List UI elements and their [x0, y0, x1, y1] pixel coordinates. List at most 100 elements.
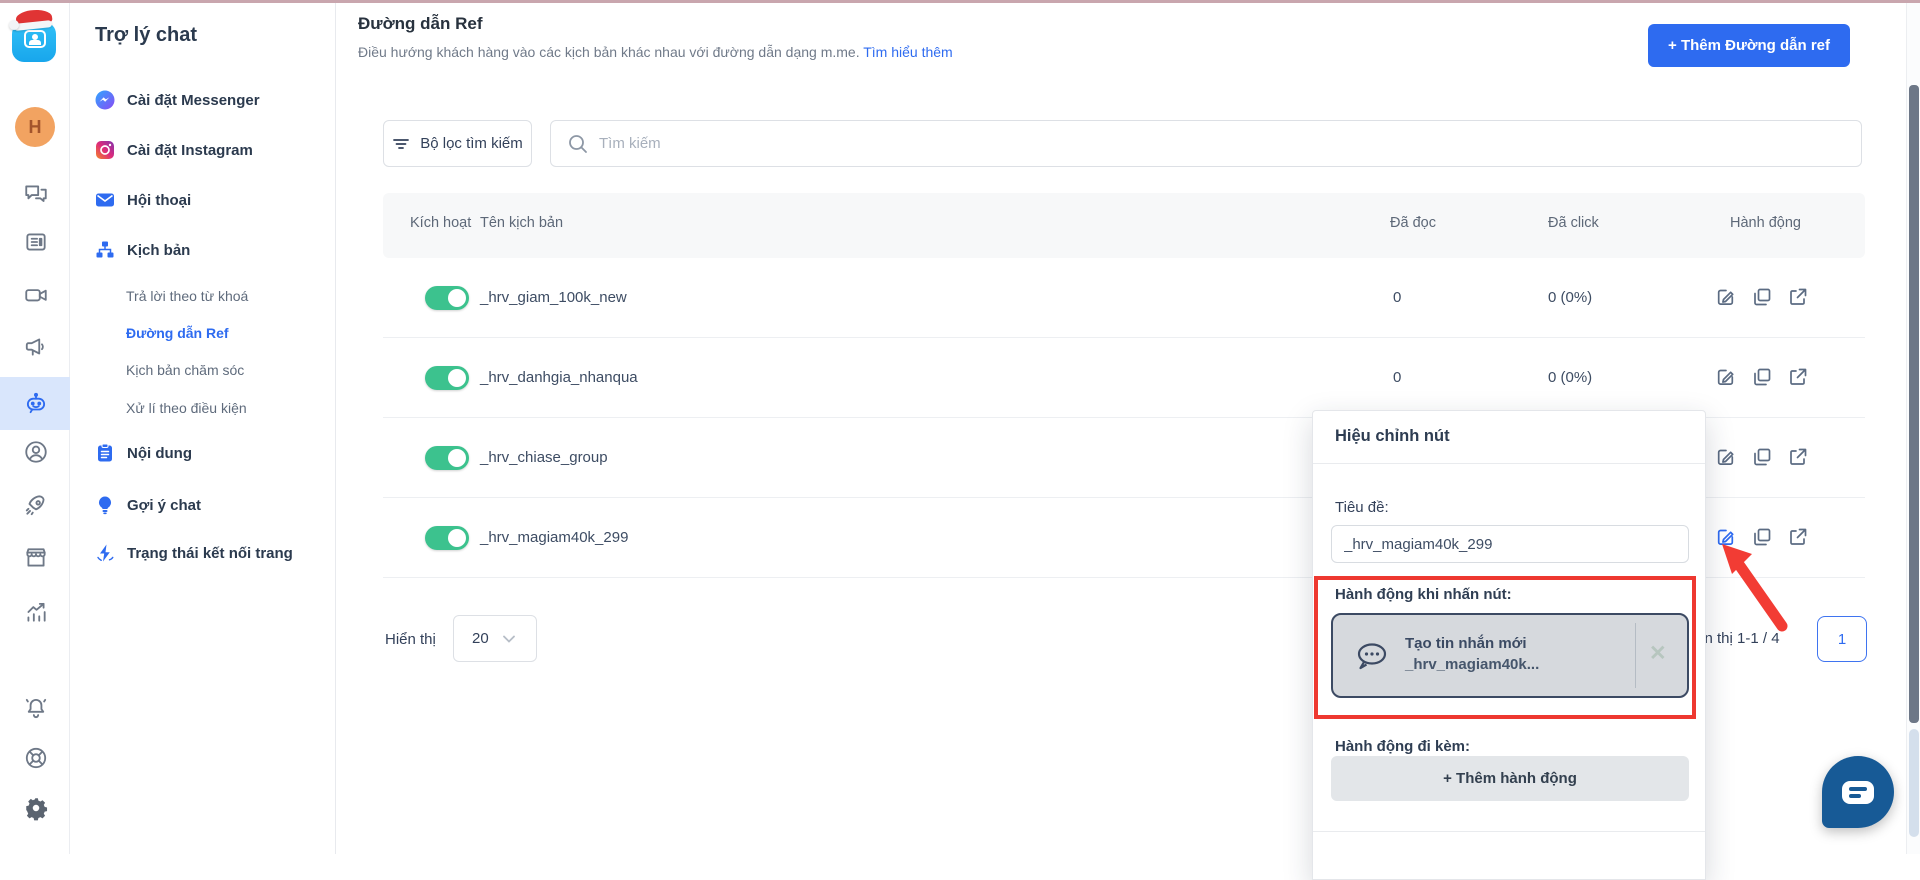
table-row: _hrv_danhgia_nhanqua 0 0 (0%) — [383, 338, 1865, 418]
activate-toggle[interactable] — [425, 286, 469, 310]
page-number-button[interactable]: 1 — [1817, 616, 1867, 662]
sidebar-title: Trợ lý chat — [95, 24, 197, 47]
sidebar-item-content[interactable]: Nội dung — [95, 441, 192, 465]
table-row: _hrv_giam_100k_new 0 0 (0%) — [383, 258, 1865, 338]
search-icon — [567, 133, 589, 155]
app-logo[interactable] — [10, 14, 60, 62]
lightning-icon — [95, 543, 115, 563]
copy-icon[interactable] — [1751, 366, 1773, 388]
click-count: 0 (0%) — [1548, 289, 1592, 306]
messenger-icon — [95, 90, 115, 110]
copy-icon[interactable] — [1751, 446, 1773, 468]
edit-button-popup: Hiệu chỉnh nút Tiêu đề: Hành động khi nh… — [1312, 410, 1706, 880]
news-icon[interactable] — [23, 229, 49, 255]
person-icon[interactable] — [23, 439, 49, 465]
action-chip-title: Tạo tin nhắn mới — [1405, 635, 1527, 652]
gear-icon[interactable] — [23, 795, 49, 821]
scrollbar-track-tail — [1909, 729, 1919, 837]
page-size-select[interactable]: 20 — [453, 615, 537, 662]
edit-icon[interactable] — [1715, 366, 1737, 388]
script-name: _hrv_danhgia_nhanqua — [480, 369, 638, 386]
scrollbar[interactable] — [1906, 3, 1920, 854]
sidebar-subitem-condition[interactable]: Xử lí theo điều kiện — [126, 400, 247, 416]
instagram-icon — [95, 140, 115, 160]
sidebar-item-scripts[interactable]: Kịch bản — [95, 238, 190, 262]
search-input[interactable] — [599, 121, 1839, 166]
learn-more-link[interactable]: Tìm hiểu thêm — [863, 44, 952, 60]
col-read: Đã đọc — [1390, 215, 1436, 231]
robot-icon — [23, 390, 49, 416]
filter-icon — [392, 135, 410, 153]
edit-icon[interactable] — [1715, 286, 1737, 308]
chevron-down-icon — [503, 635, 515, 643]
col-activate: Kích hoạt — [410, 215, 471, 231]
avatar[interactable]: H — [15, 107, 55, 147]
sidebar-item-messenger[interactable]: Cài đặt Messenger — [95, 88, 260, 112]
read-count: 0 — [1393, 289, 1401, 306]
chart-icon[interactable] — [23, 599, 49, 625]
add-ref-link-button[interactable]: + Thêm Đường dẫn ref — [1648, 24, 1850, 67]
sidebar-subitem-care-script[interactable]: Kịch bản chăm sóc — [126, 362, 244, 378]
script-name: _hrv_magiam40k_299 — [480, 529, 628, 546]
sidebar: Trợ lý chat Cài đặt Messenger Cài đặt In… — [70, 0, 336, 854]
filter-button[interactable]: Bộ lọc tìm kiếm — [383, 120, 532, 167]
external-link-icon[interactable] — [1787, 286, 1809, 308]
action-chip[interactable]: Tạo tin nhắn mới _hrv_magiam40k... ✕ — [1331, 613, 1689, 698]
sidebar-item-instagram[interactable]: Cài đặt Instagram — [95, 138, 253, 162]
icon-rail: H — [0, 0, 70, 854]
press-action-label: Hành động khi nhấn nút: — [1335, 586, 1512, 603]
copy-icon[interactable] — [1751, 286, 1773, 308]
activate-toggle[interactable] — [425, 526, 469, 550]
bell-icon[interactable] — [23, 695, 49, 721]
page-size-label: Hiển thị — [385, 631, 436, 648]
add-action-button[interactable]: + Thêm hành động — [1331, 756, 1689, 801]
col-click: Đã click — [1548, 215, 1599, 231]
title-field-label: Tiêu đề: — [1335, 499, 1389, 516]
activate-toggle[interactable] — [425, 366, 469, 390]
edit-icon[interactable] — [1715, 446, 1737, 468]
external-link-icon[interactable] — [1787, 366, 1809, 388]
chat-widget-icon — [1842, 781, 1874, 804]
chat-widget-button[interactable] — [1822, 756, 1894, 828]
remove-action-icon[interactable]: ✕ — [1649, 641, 1667, 666]
megaphone-icon[interactable] — [23, 334, 49, 360]
clipboard-icon — [95, 443, 115, 463]
camera-icon[interactable] — [23, 282, 49, 308]
lightbulb-icon — [95, 495, 115, 515]
holiday-top-strip — [0, 0, 1920, 3]
external-link-icon[interactable] — [1787, 446, 1809, 468]
external-link-icon[interactable] — [1787, 526, 1809, 548]
lifebuoy-icon[interactable] — [23, 745, 49, 771]
main-content: Đường dẫn Ref Điều hướng khách hàng vào … — [336, 0, 1920, 854]
envelope-icon — [95, 190, 115, 210]
popup-title: Hiệu chỉnh nút — [1335, 427, 1450, 446]
table-header: Kích hoạt Tên kịch bản Đã đọc Đã click H… — [383, 193, 1865, 258]
col-actions: Hành động — [1730, 215, 1801, 231]
sidebar-item-connection-status[interactable]: Trạng thái kết nối trang — [95, 541, 293, 565]
click-count: 0 (0%) — [1548, 369, 1592, 386]
page-title: Đường dẫn Ref — [358, 14, 483, 34]
read-count: 0 — [1393, 369, 1401, 386]
sidebar-item-conversations[interactable]: Hội thoại — [95, 188, 191, 212]
script-name: _hrv_giam_100k_new — [480, 289, 627, 306]
sitemap-icon — [95, 240, 115, 260]
scrollbar-thumb[interactable] — [1909, 85, 1919, 723]
chat-ellipsis-icon — [1355, 641, 1389, 673]
extra-action-label: Hành động đi kèm: — [1335, 738, 1470, 755]
chip-divider — [1635, 623, 1636, 688]
sidebar-subitem-ref-link-active[interactable]: Đường dẫn Ref — [126, 325, 229, 341]
script-name: _hrv_chiase_group — [480, 449, 608, 466]
sidebar-subitem-keyword-reply[interactable]: Trả lời theo từ khoá — [126, 288, 248, 304]
page-description: Điều hướng khách hàng vào các kịch bản k… — [358, 44, 953, 60]
activate-toggle[interactable] — [425, 446, 469, 470]
title-field-input[interactable] — [1331, 525, 1689, 563]
col-name: Tên kịch bản — [480, 215, 563, 231]
search-box — [550, 120, 1862, 167]
copy-icon[interactable] — [1751, 526, 1773, 548]
chat-bubbles-icon[interactable] — [23, 181, 49, 207]
action-chip-subtitle: _hrv_magiam40k... — [1405, 656, 1539, 673]
sidebar-item-chat-suggestions[interactable]: Gợi ý chat — [95, 493, 201, 517]
edit-icon-highlighted[interactable] — [1715, 526, 1737, 548]
rocket-icon[interactable] — [23, 492, 49, 518]
store-icon[interactable] — [23, 545, 49, 571]
